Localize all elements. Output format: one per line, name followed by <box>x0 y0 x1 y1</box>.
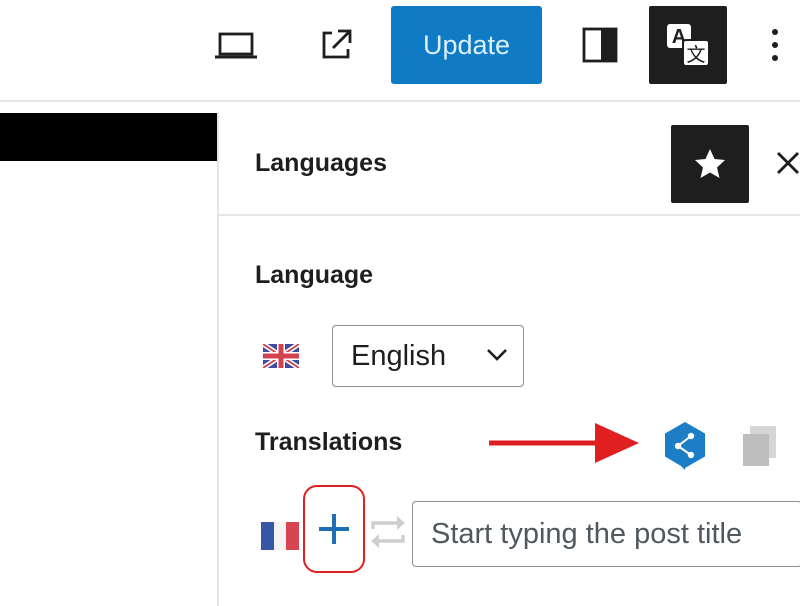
desktop-preview-icon <box>215 32 257 59</box>
language-heading: Language <box>255 261 374 289</box>
pin-sidebar-button[interactable] <box>671 125 749 203</box>
translations-heading: Translations <box>255 428 403 456</box>
star-icon <box>695 149 725 178</box>
post-title-search-input[interactable] <box>412 501 800 567</box>
translation-panel-button[interactable]: A 文 <box>649 6 727 84</box>
french-flag-icon <box>261 522 299 550</box>
editor-canvas[interactable] <box>0 161 217 606</box>
languages-sidebar: Languages Language English Translations <box>219 113 800 606</box>
sidebar-header-divider <box>219 214 800 216</box>
add-translation-button[interactable] <box>303 485 365 573</box>
sync-icon <box>371 516 405 548</box>
more-options-button[interactable] <box>760 20 790 70</box>
copy-icon <box>743 426 776 466</box>
editor-header-strip <box>0 113 217 161</box>
language-select[interactable]: English <box>332 325 524 387</box>
toolbar-divider <box>0 100 800 102</box>
sidebar-title: Languages <box>255 149 387 177</box>
uk-flag-icon <box>263 344 299 368</box>
more-vertical-icon <box>772 29 778 61</box>
settings-sidebar-button[interactable] <box>572 20 628 70</box>
translate-icon: A 文 <box>667 24 710 67</box>
copy-content-button[interactable] <box>738 418 782 474</box>
annotation-arrow-icon <box>489 423 639 463</box>
svg-text:文: 文 <box>686 44 705 66</box>
preview-button[interactable] <box>208 22 264 70</box>
sidebar-toggle-icon <box>582 27 618 63</box>
update-button[interactable]: Update <box>391 6 542 84</box>
deepl-translate-button[interactable] <box>659 418 711 474</box>
plus-icon <box>319 514 349 544</box>
chevron-down-icon <box>487 349 507 361</box>
editor-toolbar: Update A 文 <box>0 0 800 100</box>
view-post-button[interactable] <box>308 20 364 70</box>
deepl-icon <box>665 422 705 470</box>
close-sidebar-button[interactable] <box>773 143 800 183</box>
language-select-value: English <box>351 339 447 372</box>
external-link-icon <box>322 29 352 59</box>
close-icon <box>777 152 799 174</box>
